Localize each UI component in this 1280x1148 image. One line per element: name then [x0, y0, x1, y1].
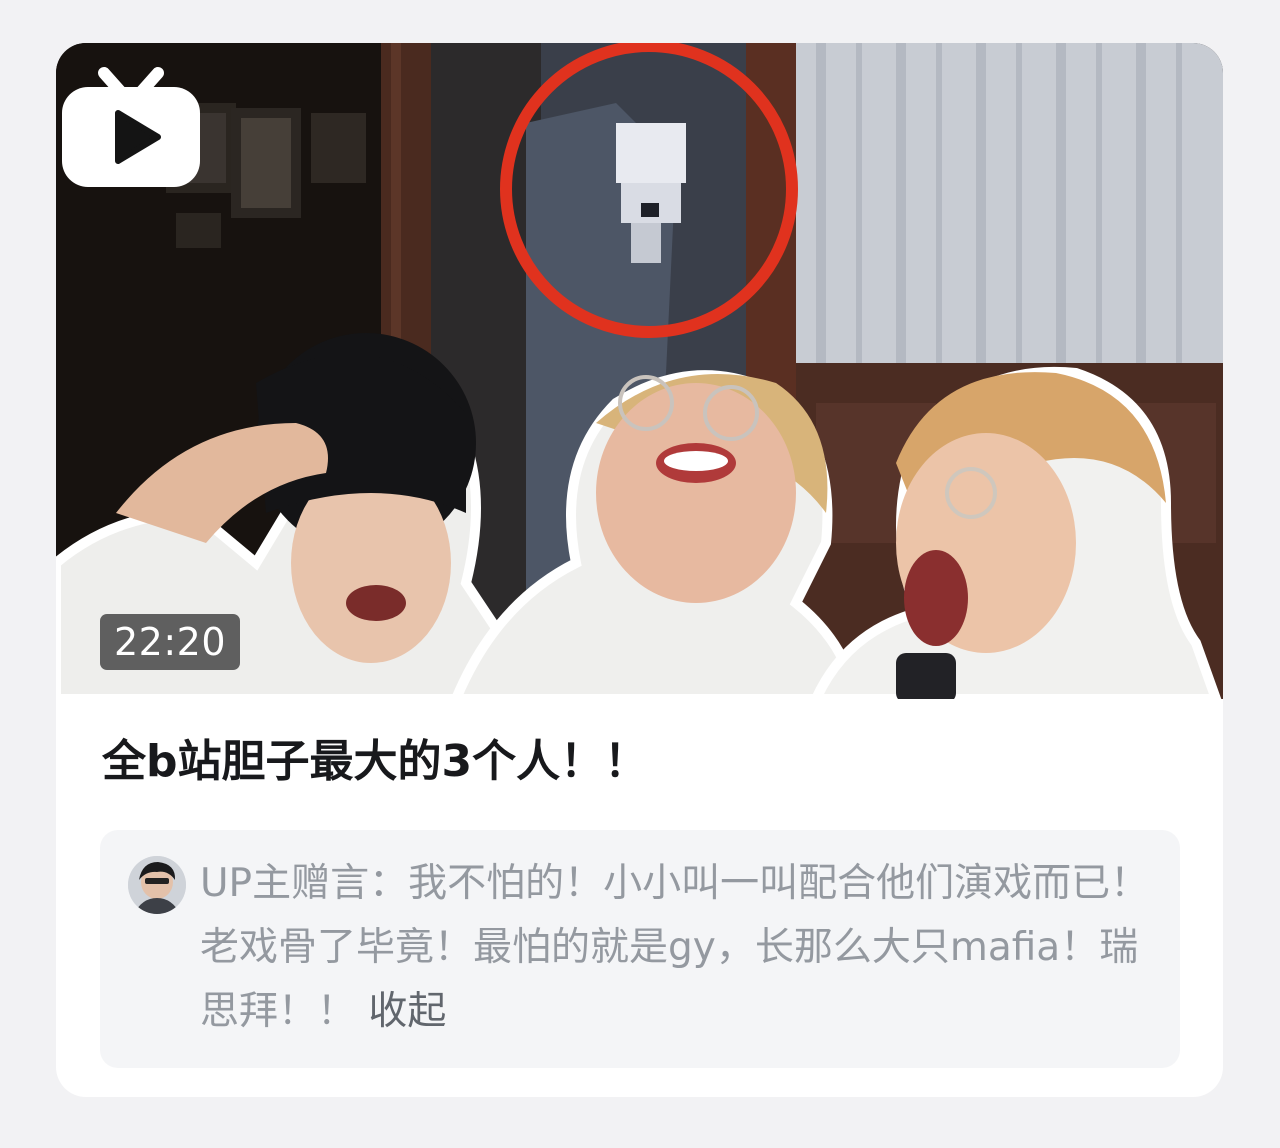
- avatar-image: [128, 856, 186, 914]
- collapse-button[interactable]: 收起: [368, 989, 446, 1034]
- up-note-text: UP主赠言：我不怕的！小小叫一叫配合他们演戏而已！老戏骨了毕竟！最怕的就是gy，…: [200, 852, 1150, 1044]
- bilibili-tv-play-icon: [62, 67, 200, 187]
- avatar[interactable]: [128, 856, 186, 914]
- video-duration-badge: 22:20: [100, 614, 241, 670]
- up-note-prefix: UP主赠言：: [200, 861, 409, 906]
- video-title[interactable]: 全b站胆子最大的3个人！！: [102, 731, 1182, 793]
- thumbnail-image: [56, 43, 1223, 699]
- up-note-box: UP主赠言：我不怕的！小小叫一叫配合他们演戏而已！老戏骨了毕竟！最怕的就是gy，…: [100, 830, 1180, 1068]
- video-thumbnail[interactable]: 22:20: [56, 43, 1223, 699]
- video-card[interactable]: 22:20 全b站胆子最大的3个人！！ UP主赠言：我不怕的！小小叫一叫配合他们…: [56, 43, 1223, 1097]
